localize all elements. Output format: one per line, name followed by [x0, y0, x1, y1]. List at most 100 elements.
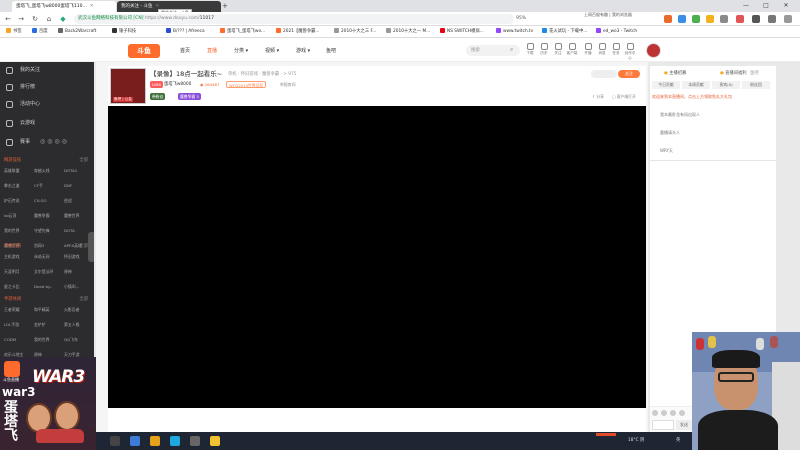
search-icon[interactable]: ⌕	[510, 46, 513, 54]
taskbar-app-icon[interactable]	[190, 436, 200, 446]
sidebar-game-link[interactable]: 魔兽世界	[64, 210, 94, 221]
extension-icon[interactable]	[664, 15, 672, 23]
broadcast-icon[interactable]: 开播	[582, 43, 594, 56]
follow-button[interactable]: 关注	[618, 70, 640, 78]
extension-icon[interactable]	[736, 15, 744, 23]
maximize-button[interactable]: □	[760, 0, 772, 12]
tab-anchor-recruit[interactable]: ● 主播招募	[664, 70, 686, 78]
anchor-name[interactable]: 蛋塔飞w8000	[164, 81, 191, 88]
sidebar-game-link[interactable]: 穿越火线	[34, 165, 64, 176]
anchor-tag[interactable]: 魔兽争霸 3	[178, 93, 201, 100]
sidebar-game-link[interactable]: DNF	[64, 180, 94, 191]
taskbar-app-icon[interactable]	[210, 436, 220, 446]
share-button[interactable]: ⇪ 分享	[592, 94, 604, 100]
tab-yuba[interactable]: 鱼吧	[750, 70, 759, 78]
video-player[interactable]	[108, 106, 646, 408]
sidebar-game-link[interactable]: 逆战	[64, 195, 94, 206]
sidebar-collapse-handle[interactable]	[88, 232, 94, 262]
sidebar-game-link[interactable]: 守望先锋	[34, 225, 64, 236]
message-icon[interactable]: 消息	[596, 43, 608, 56]
bookmark-item[interactable]: 蛋塔飞_蛋塔飞wo...	[220, 26, 265, 38]
sidebar-game-link[interactable]: QQ飞车	[64, 334, 94, 345]
sidebar-game-link[interactable]: Dead by..	[34, 281, 64, 292]
bookmark-item[interactable]: 书签	[6, 26, 22, 38]
download-icon[interactable]: 下载	[524, 43, 536, 56]
back-icon[interactable]: ←	[3, 14, 13, 24]
creator-icon[interactable]: 创作中心	[624, 43, 636, 61]
nav-home[interactable]: 首页	[180, 44, 190, 58]
see-all-link[interactable]: 全部	[79, 243, 88, 249]
sidebar-game-link[interactable]: 星之卡比	[4, 281, 34, 292]
minimize-button[interactable]: —	[740, 0, 752, 12]
task-icon[interactable]: 任务	[610, 43, 622, 56]
sidebar-game-link[interactable]: 炉石传说	[4, 195, 34, 206]
sidebar-game-link[interactable]: 王者荣耀	[4, 304, 34, 315]
sidebar-game-link[interactable]: 第五人格	[64, 319, 94, 330]
sidebar-game-link[interactable]: LOL手游	[4, 319, 34, 330]
sidebar-game-link[interactable]: 我的世界	[34, 334, 64, 345]
weather-widget[interactable]: 18°C 阴	[628, 436, 644, 446]
sidebar-game-link[interactable]: DOTA2	[64, 165, 94, 176]
sidebar-item-rank[interactable]: 排行榜	[0, 81, 94, 94]
close-icon[interactable]: ✕	[90, 4, 94, 9]
bookmark-item[interactable]: 锤子科技	[112, 26, 136, 38]
user-avatar[interactable]	[646, 43, 661, 58]
sidebar-game-link[interactable]: 原神	[64, 266, 94, 277]
window-close-button[interactable]: ✕	[780, 0, 792, 12]
follow-icon[interactable]: 关注	[552, 43, 564, 56]
tab-week-contribution[interactable]: 本周贡献	[682, 81, 710, 89]
url-field[interactable]: 武汉斗鱼网络科技有限公司 [CN] https://www.douyu.com/…	[74, 14, 514, 24]
sidebar-item-follow[interactable]: 我的关注	[0, 64, 94, 77]
sidebar-game-link[interactable]: 小镇叫...	[64, 281, 94, 292]
tab-room-welfare[interactable]: ● 直播间福利	[720, 70, 747, 78]
nav-games[interactable]: 游戏 ▾	[296, 44, 310, 58]
bookmark-item[interactable]: ed_wo3 - Twitch	[596, 26, 637, 38]
new-tab-button[interactable]: +	[222, 1, 228, 11]
tab-today-contribution[interactable]: 今日贡献	[652, 81, 680, 89]
sidebar-game-link[interactable]: 和平精英	[34, 304, 64, 315]
menu-icon[interactable]	[752, 15, 760, 23]
see-all-link[interactable]: 全部	[79, 157, 88, 163]
zoom-level[interactable]: 95%	[516, 14, 526, 24]
sidebar-game-link[interactable]: lol云顶	[4, 210, 34, 221]
bookmark-item[interactable]: Back2Warcraft	[58, 26, 96, 38]
settings-icon[interactable]	[679, 410, 685, 416]
bookmark-item[interactable]: 花火试玩 - 下载中...	[542, 26, 587, 38]
tab-vip[interactable]: 贵宾(0)	[712, 81, 740, 89]
anchor-tag[interactable]: 带粉丝	[150, 93, 166, 100]
nav-video[interactable]: 视频 ▾	[265, 44, 279, 58]
sidebar-game-link[interactable]: CODM	[4, 334, 34, 345]
nav-live[interactable]: 直播	[207, 44, 217, 58]
color-icon[interactable]	[661, 410, 667, 416]
sidebar-game-link[interactable]: 艾尔登法环	[34, 266, 64, 277]
emoji-icon[interactable]	[652, 410, 658, 416]
taskbar-app-icon[interactable]	[170, 436, 180, 446]
douyu-logo[interactable]: 斗鱼	[128, 44, 160, 58]
nav-yuba[interactable]: 鱼吧	[326, 44, 336, 58]
sidebar-game-link[interactable]: 金铲铲	[34, 319, 64, 330]
taskbar-app-icon[interactable]	[150, 436, 160, 446]
sidebar-game-link[interactable]: CF手	[34, 180, 64, 191]
taskbar-app-icon[interactable]	[110, 436, 120, 446]
taskbar-app-icon[interactable]	[130, 436, 140, 446]
shield-icon[interactable]: ◆	[58, 14, 68, 24]
sidebar-game-link[interactable]: 魔兽争霸	[34, 210, 64, 221]
tab-stream[interactable]: 蛋塔飞_蛋塔飞w8000蛋塔飞110... ✕	[12, 1, 116, 12]
input-method-indicator[interactable]: 英	[676, 436, 680, 446]
client-icon[interactable]: 客户端	[566, 43, 578, 56]
see-all-link[interactable]: 全部	[79, 296, 88, 302]
bookmark-item[interactable]: 百度	[32, 26, 48, 38]
extension-icon[interactable]	[678, 15, 686, 23]
anchor-avatar[interactable]: 鱼吧 | 公会	[110, 68, 146, 104]
send-button[interactable]: 发送	[676, 420, 692, 430]
tab-fan-club[interactable]: 粉丝团	[742, 81, 770, 89]
sidebar-game-link[interactable]: 火影忍者	[64, 304, 94, 315]
more-icon[interactable]	[784, 15, 792, 23]
chat-input[interactable]	[652, 420, 674, 430]
extension-icon[interactable]	[692, 15, 700, 23]
user-icon[interactable]	[768, 15, 776, 23]
esports-team-icons[interactable]: ◎◎◎◎	[40, 138, 69, 145]
bookmark-item[interactable]: 2010十大之一 M...	[386, 26, 430, 38]
bookmark-item[interactable]: NS SWITCH模拟...	[440, 26, 484, 38]
extension-icon[interactable]	[706, 15, 714, 23]
